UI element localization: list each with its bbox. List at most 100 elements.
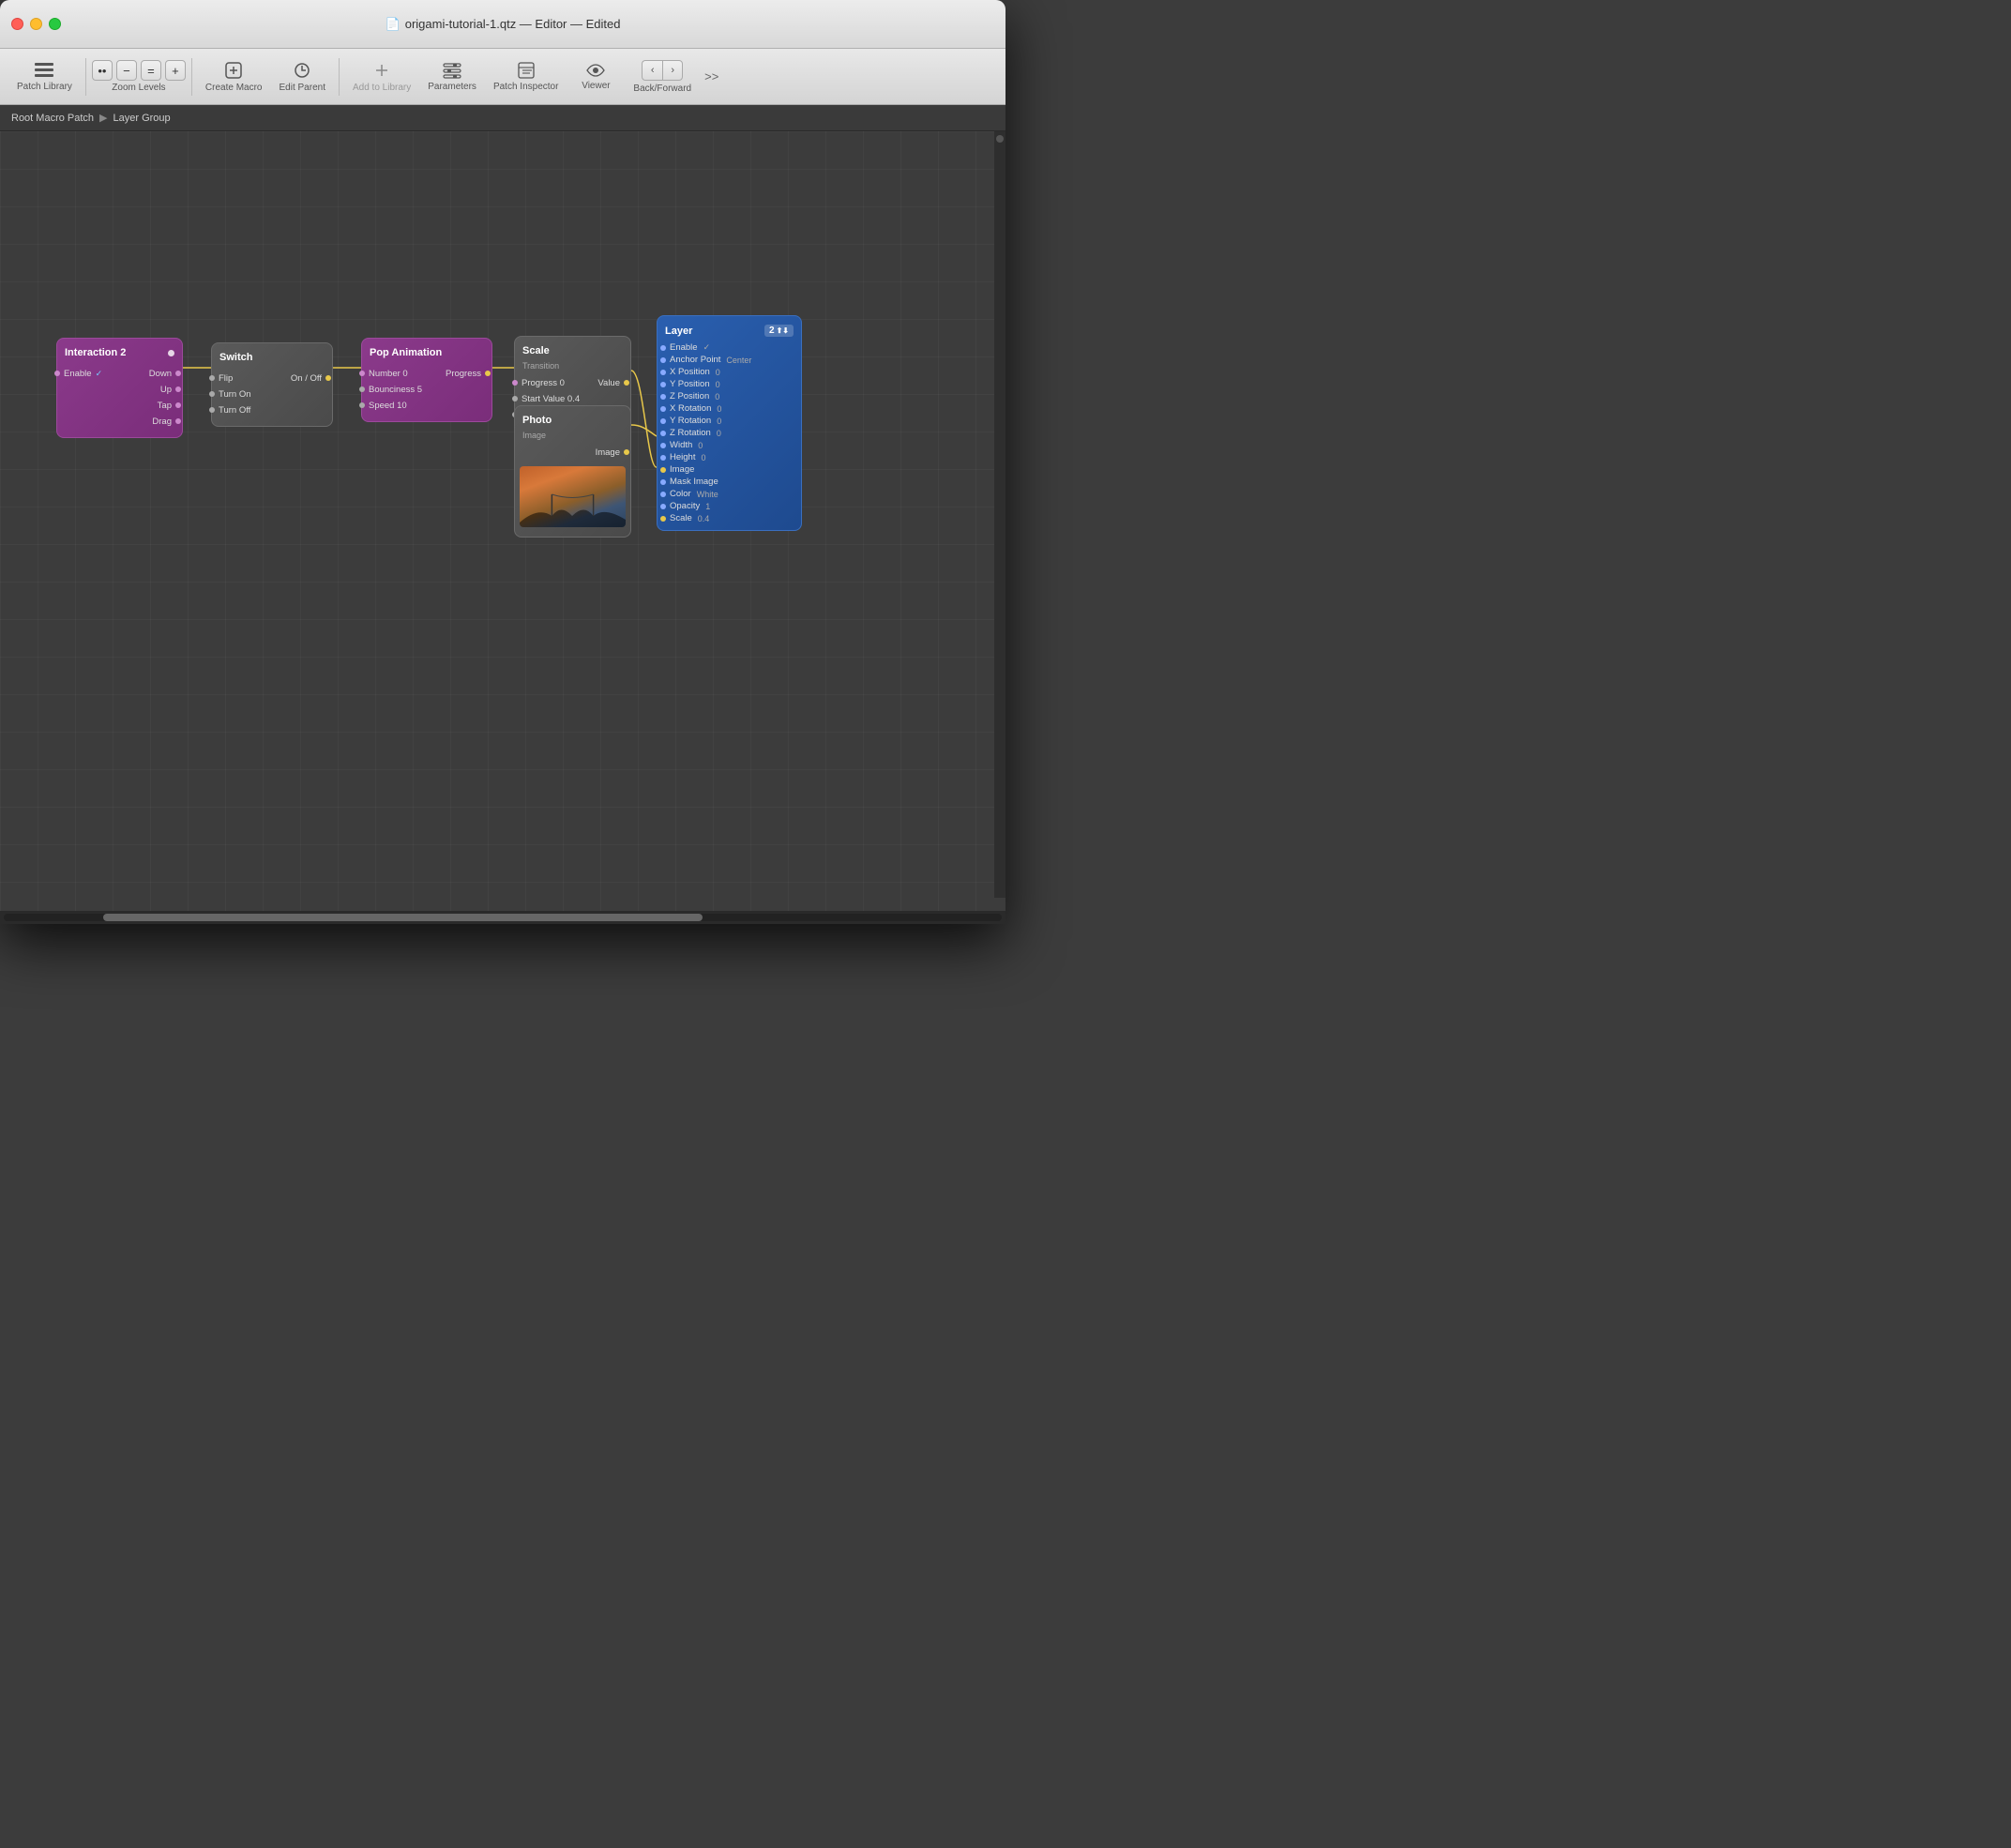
port-dot: [660, 516, 666, 522]
zoom-buttons[interactable]: •• − = +: [92, 60, 186, 81]
port-row-onoff: On / Off: [291, 371, 332, 385]
photo-subtitle: Image: [515, 431, 630, 442]
breadcrumb-root[interactable]: Root Macro Patch: [11, 113, 94, 124]
switch-node[interactable]: Switch Flip Turn On Turn Off: [211, 342, 333, 427]
patch-inspector-label: Patch Inspector: [493, 82, 558, 92]
port-dot: [209, 391, 215, 397]
port-label-up: Up: [160, 385, 172, 395]
layer-prop-mask: Mask Image: [663, 476, 795, 488]
parameters-label: Parameters: [428, 82, 476, 92]
scrollbar-thumb-h[interactable]: [103, 914, 702, 921]
layer-counter: 2 ⬆⬇: [764, 325, 794, 337]
interaction-title: Interaction 2: [65, 347, 126, 358]
scale-subtitle: Transition: [515, 361, 630, 372]
add-to-library-label: Add to Library: [353, 83, 411, 93]
scale-header: Scale: [515, 342, 630, 361]
interaction-node[interactable]: Interaction 2 Enable ✓ Down Up: [56, 338, 183, 438]
port-dot: [660, 455, 666, 461]
create-macro-button[interactable]: Create Macro: [198, 57, 270, 97]
port-dot: [660, 504, 666, 509]
layer-prop-enable: Enable ✓: [663, 341, 795, 354]
traffic-lights[interactable]: [11, 18, 61, 30]
zoom-eq-button[interactable]: =: [141, 60, 161, 81]
port-dot: [660, 382, 666, 387]
breadcrumb-separator: ▶: [99, 112, 107, 124]
interaction-body: Enable ✓ Down Up Tap: [57, 363, 182, 432]
layer-node[interactable]: Layer 2 ⬆⬇ Enable ✓ Anchor Point Center …: [657, 315, 802, 531]
layer-prop-xrot: X Rotation 0: [663, 402, 795, 415]
layer-body: Enable ✓ Anchor Point Center X Position …: [658, 341, 801, 524]
port-row-bounciness: Bounciness 5: [362, 383, 427, 396]
switch-outputs: On / Off: [272, 370, 332, 418]
photo-outputs: Image: [573, 444, 631, 461]
port-dot: [209, 407, 215, 413]
vertical-scrollbar[interactable]: [994, 131, 1006, 898]
forward-button[interactable]: ›: [662, 60, 683, 81]
port-row-speed: Speed 10: [362, 399, 427, 412]
divider-3: [339, 58, 340, 96]
port-label-startval: Start Value 0.4: [522, 394, 580, 404]
toolbar-more-button[interactable]: >>: [701, 69, 722, 83]
zoom-plus-button[interactable]: +: [165, 60, 186, 81]
create-macro-label: Create Macro: [205, 83, 263, 93]
canvas[interactable]: Interaction 2 Enable ✓ Down Up: [0, 131, 1006, 911]
photo-header: Photo: [515, 412, 630, 431]
edit-parent-button[interactable]: Edit Parent: [272, 57, 333, 97]
port-row-flip: Flip: [212, 371, 272, 385]
horizontal-scrollbar[interactable]: [0, 911, 1006, 924]
zoom-minus-button[interactable]: −: [116, 60, 137, 81]
back-forward-button[interactable]: ‹ › Back/Forward: [626, 56, 699, 98]
viewer-icon: [586, 63, 605, 78]
port-dot-up: [175, 386, 181, 392]
divider-1: [85, 58, 86, 96]
port-label-bounciness: Bounciness 5: [369, 385, 422, 395]
back-button[interactable]: ‹: [642, 60, 662, 81]
photo-title: Photo: [522, 415, 552, 426]
photo-body: Image: [515, 442, 630, 462]
port-row-progress-in: Progress 0: [515, 376, 580, 389]
switch-title: Switch: [219, 352, 252, 363]
port-dot: [485, 371, 491, 376]
patch-library-button[interactable]: Patch Library: [9, 58, 80, 96]
port-row-drag: Drag: [152, 415, 182, 428]
port-dot: [660, 370, 666, 375]
port-label-flip: Flip: [219, 373, 233, 384]
switch-body: Flip Turn On Turn Off On / Off: [212, 368, 332, 420]
scrollbar-thumb-v[interactable]: [996, 135, 1004, 143]
breadcrumb-child[interactable]: Layer Group: [113, 113, 171, 124]
port-row-image-out: Image: [596, 446, 630, 459]
minimize-button[interactable]: [30, 18, 42, 30]
layer-prop-opacity: Opacity 1: [663, 500, 795, 512]
close-button[interactable]: [11, 18, 23, 30]
pop-animation-node[interactable]: Pop Animation Number 0 Bounciness 5 Spee…: [361, 338, 492, 422]
add-to-library-button[interactable]: Add to Library: [345, 57, 418, 97]
back-forward-label: Back/Forward: [633, 83, 691, 94]
interaction-outputs: Down Up Tap Drag: [120, 365, 183, 430]
switch-header: Switch: [212, 349, 332, 368]
port-label-turnoff: Turn Off: [219, 405, 250, 416]
port-dot: [660, 394, 666, 400]
nav-buttons[interactable]: ‹ ›: [642, 60, 683, 81]
photo-node[interactable]: Photo Image Image: [514, 405, 631, 538]
port-label-speed: Speed 10: [369, 401, 407, 411]
port-dot: [359, 402, 365, 408]
patch-inspector-button[interactable]: Patch Inspector: [486, 58, 566, 96]
port-dot: [660, 492, 666, 497]
parameters-icon: [443, 62, 461, 79]
zoom-dots-button[interactable]: ••: [92, 60, 113, 81]
port-row-startval: Start Value 0.4: [515, 392, 580, 405]
fullscreen-button[interactable]: [49, 18, 61, 30]
add-to-library-icon: [372, 61, 391, 80]
parameters-button[interactable]: Parameters: [420, 58, 484, 96]
port-label-enable: Enable: [64, 369, 92, 379]
port-row-down: Down: [149, 367, 182, 380]
viewer-button[interactable]: Viewer: [567, 59, 624, 95]
port-row-number: Number 0: [362, 367, 427, 380]
port-label-number: Number 0: [369, 369, 408, 379]
patch-library-label: Patch Library: [17, 82, 72, 92]
port-label-drag: Drag: [152, 417, 172, 427]
doc-icon: 📄: [386, 17, 401, 32]
port-dot: [660, 418, 666, 424]
breadcrumb: Root Macro Patch ▶ Layer Group: [0, 105, 1006, 131]
layer-prop-scale: Scale 0.4: [663, 512, 795, 524]
